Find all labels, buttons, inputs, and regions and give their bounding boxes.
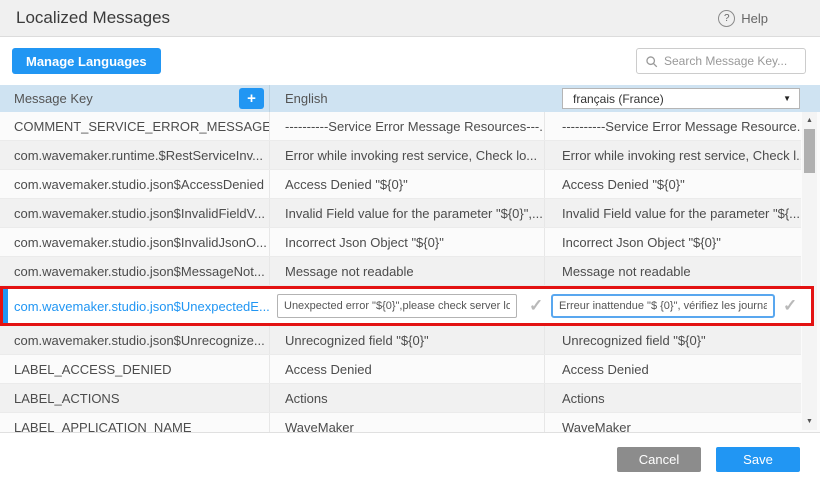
language-select[interactable]: français (France) ▼ — [562, 88, 800, 109]
english-cell: Actions — [270, 384, 545, 412]
english-cell: Unrecognized field "${0}" — [270, 326, 545, 354]
toolbar: Manage Languages — [0, 37, 820, 85]
help-icon: ? — [718, 10, 735, 27]
search-box[interactable] — [636, 48, 806, 74]
english-message-input[interactable] — [277, 294, 517, 318]
confirm-check-icon[interactable]: ✓ — [783, 296, 797, 316]
message-key-cell: com.wavemaker.runtime.$RestServiceInv... — [0, 141, 270, 169]
plus-icon: + — [247, 90, 256, 107]
french-message-input[interactable] — [551, 294, 775, 318]
english-cell: Message not readable — [270, 257, 545, 285]
message-key-cell: COMMENT_SERVICE_ERROR_MESSAGES — [0, 112, 270, 140]
french-cell: ----------Service Error Message Resource… — [545, 112, 801, 140]
french-cell: Access Denied "${0}" — [545, 170, 801, 198]
vertical-scrollbar[interactable]: ▲ ▼ — [802, 112, 817, 430]
search-input[interactable] — [664, 54, 797, 68]
table-row[interactable]: com.wavemaker.studio.json$InvalidJsonO..… — [0, 228, 801, 257]
table-header: Message Key + English français (France) … — [0, 85, 820, 112]
message-key-cell: com.wavemaker.studio.json$InvalidJsonO..… — [0, 228, 270, 256]
french-cell: Actions — [545, 384, 801, 412]
scrollbar-thumb[interactable] — [804, 129, 815, 173]
french-cell: Invalid Field value for the parameter "$… — [545, 199, 801, 227]
cancel-button[interactable]: Cancel — [617, 447, 701, 472]
message-key-cell: LABEL_APPLICATION_NAME — [0, 413, 270, 433]
english-cell: Access Denied "${0}" — [270, 170, 545, 198]
english-cell: Access Denied — [270, 355, 545, 383]
table-row[interactable]: LABEL_APPLICATION_NAME WaveMaker WaveMak… — [0, 413, 801, 433]
french-cell: Message not readable — [545, 257, 801, 285]
message-key-cell: LABEL_ACCESS_DENIED — [0, 355, 270, 383]
chevron-down-icon: ▼ — [783, 94, 791, 103]
french-cell: WaveMaker — [545, 413, 801, 433]
column-header-english: English — [270, 85, 545, 112]
message-key-cell: com.wavemaker.studio.json$Unrecognize... — [0, 326, 270, 354]
table-row-editing[interactable]: com.wavemaker.studio.json$UnexpectedE...… — [0, 286, 814, 326]
english-cell: Invalid Field value for the parameter "$… — [270, 199, 545, 227]
french-cell: Access Denied — [545, 355, 801, 383]
message-key-header-label: Message Key — [14, 91, 93, 106]
save-button[interactable]: Save — [716, 447, 800, 472]
message-key-cell: com.wavemaker.studio.json$MessageNot... — [0, 257, 270, 285]
english-header-label: English — [285, 91, 328, 106]
english-cell: Incorrect Json Object "${0}" — [270, 228, 545, 256]
table-body: COMMENT_SERVICE_ERROR_MESSAGES ---------… — [0, 112, 820, 433]
column-header-message-key: Message Key + — [0, 85, 270, 112]
localized-messages-dialog: Localized Messages ? Help Manage Languag… — [0, 0, 820, 487]
french-cell: Unrecognized field "${0}" — [545, 326, 801, 354]
search-icon — [645, 55, 658, 68]
message-key-link[interactable]: com.wavemaker.studio.json$UnexpectedE... — [3, 289, 270, 323]
english-cell: ----------Service Error Message Resource… — [270, 112, 545, 140]
table-row[interactable]: com.wavemaker.studio.json$Unrecognize...… — [0, 326, 801, 355]
message-key-cell: LABEL_ACTIONS — [0, 384, 270, 412]
scrollbar-down-icon[interactable]: ▼ — [802, 418, 817, 425]
table-row[interactable]: com.wavemaker.studio.json$MessageNot... … — [0, 257, 801, 286]
scrollbar-up-icon[interactable]: ▲ — [802, 117, 817, 124]
confirm-check-icon[interactable]: ✓ — [529, 296, 543, 316]
table-row[interactable]: com.wavemaker.studio.json$InvalidFieldV.… — [0, 199, 801, 228]
french-cell: Incorrect Json Object "${0}" — [545, 228, 801, 256]
english-cell: WaveMaker — [270, 413, 545, 433]
manage-languages-button[interactable]: Manage Languages — [12, 48, 161, 74]
table-row[interactable]: COMMENT_SERVICE_ERROR_MESSAGES ---------… — [0, 112, 801, 141]
table-row[interactable]: com.wavemaker.studio.json$AccessDenied A… — [0, 170, 801, 199]
help-button[interactable]: ? Help — [718, 10, 768, 27]
message-key-cell: com.wavemaker.studio.json$AccessDenied — [0, 170, 270, 198]
footer: Cancel Save — [0, 433, 820, 487]
language-select-value: français (France) — [573, 92, 664, 106]
page-title: Localized Messages — [16, 8, 170, 28]
english-cell: Error while invoking rest service, Check… — [270, 141, 545, 169]
add-language-button[interactable]: + — [239, 88, 264, 109]
french-cell: Error while invoking rest service, Check… — [545, 141, 801, 169]
table-row[interactable]: LABEL_ACTIONS Actions Actions — [0, 384, 801, 413]
help-label: Help — [741, 11, 768, 26]
message-key-cell: com.wavemaker.studio.json$InvalidFieldV.… — [0, 199, 270, 227]
table-row[interactable]: com.wavemaker.runtime.$RestServiceInv...… — [0, 141, 801, 170]
english-edit-cell: ✓ — [270, 289, 545, 323]
french-edit-cell: ✓ — [545, 289, 811, 323]
table-row[interactable]: LABEL_ACCESS_DENIED Access Denied Access… — [0, 355, 801, 384]
title-bar: Localized Messages ? Help — [0, 0, 820, 37]
